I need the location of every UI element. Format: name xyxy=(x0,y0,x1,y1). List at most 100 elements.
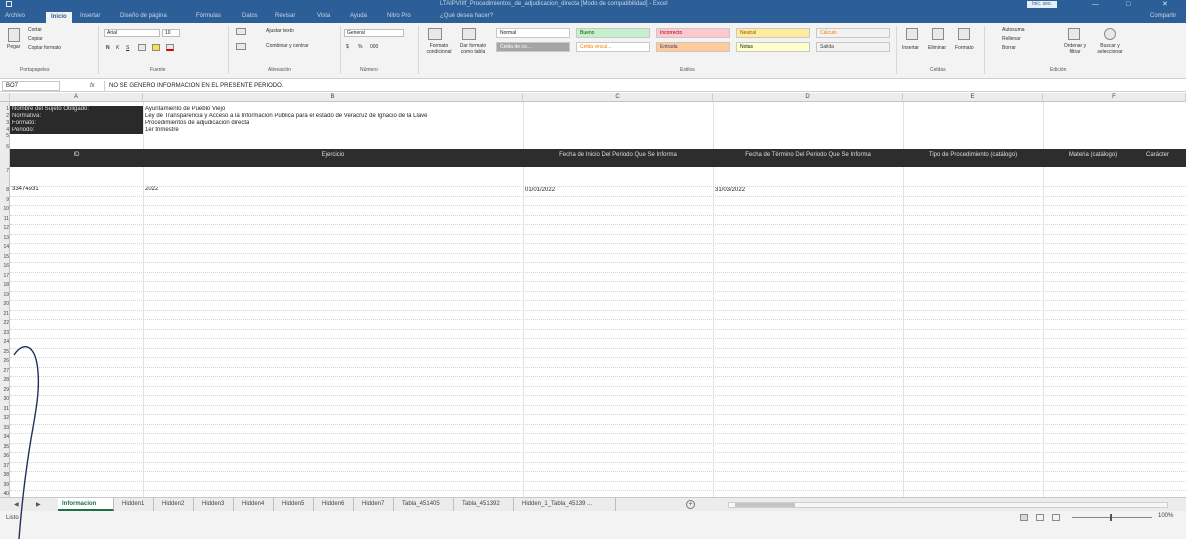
fill-button[interactable]: Rellenar xyxy=(1002,36,1021,42)
header-id[interactable]: ID xyxy=(10,149,143,167)
row-header[interactable]: 20 xyxy=(0,300,10,310)
row-header[interactable]: 32 xyxy=(0,414,10,424)
insert-button[interactable]: Insertar xyxy=(902,45,919,51)
row-header[interactable]: 16 xyxy=(0,262,10,272)
row-header[interactable]: 14 xyxy=(0,243,10,253)
sheet-tab-hidden1[interactable]: Hidden1 xyxy=(118,498,154,511)
find-icon[interactable] xyxy=(1104,28,1116,40)
info-value-sujeto[interactable]: Ayuntamiento de Pueblo Viejo xyxy=(145,106,225,113)
format-as-table-button[interactable]: Dar formato como tabla xyxy=(456,43,490,55)
header-caracter[interactable]: Carácter xyxy=(1143,149,1186,167)
row-header[interactable]: 37 xyxy=(0,462,10,472)
cell-ejercicio[interactable]: 2022 xyxy=(145,186,158,193)
row-header[interactable]: 36 xyxy=(0,452,10,462)
info-value-normativa[interactable]: Ley de Transparencia y Acceso a la Infor… xyxy=(145,113,428,120)
clear-button[interactable]: Borrar xyxy=(1002,45,1016,51)
zoom-slider[interactable] xyxy=(1072,517,1152,518)
number-format-select[interactable]: General xyxy=(344,29,404,37)
cell-style-notas[interactable]: Notas xyxy=(736,42,810,52)
sheet-tab-hidden2[interactable]: Hidden2 xyxy=(158,498,194,511)
paste-button[interactable]: Pegar xyxy=(7,44,20,50)
info-label-periodo[interactable]: Periodo: xyxy=(10,127,143,134)
delete-cells-icon[interactable] xyxy=(932,28,944,40)
header-tipo-procedimiento[interactable]: Tipo de Procedimiento (catálogo) xyxy=(903,149,1043,167)
column-header-e[interactable]: E xyxy=(903,93,1043,102)
row-header[interactable]: 19 xyxy=(0,291,10,301)
underline-button[interactable]: S xyxy=(126,45,129,51)
row-header[interactable]: 39 xyxy=(0,481,10,491)
row-header[interactable]: 18 xyxy=(0,281,10,291)
row-header[interactable]: 11 xyxy=(0,215,10,225)
tab-nitro[interactable]: Nitro Pro xyxy=(387,11,411,21)
row-header[interactable]: 17 xyxy=(0,272,10,282)
delete-button[interactable]: Eliminar xyxy=(928,45,946,51)
cell-style-bueno[interactable]: Bueno xyxy=(576,28,650,38)
add-sheet-button[interactable]: + xyxy=(686,500,695,509)
tab-insertar[interactable]: Insertar xyxy=(80,11,100,21)
cell-style-c-lculo[interactable]: Cálculo xyxy=(816,28,890,38)
cell-id[interactable]: 33474931 xyxy=(12,186,39,193)
horizontal-scrollbar[interactable] xyxy=(728,502,1168,508)
worksheet-grid[interactable]: Nombre del Sujeto Obligado: Normativa: F… xyxy=(10,102,1186,497)
merge-center-button[interactable]: Combinar y centrar xyxy=(266,43,309,49)
conditional-format-button[interactable]: Formato condicional xyxy=(422,43,456,55)
font-name-select[interactable]: Arial xyxy=(104,29,160,37)
tab-inicio[interactable]: Inicio xyxy=(46,12,72,23)
info-label-normativa[interactable]: Normativa: xyxy=(10,113,143,120)
tab-datos[interactable]: Datos xyxy=(242,11,258,21)
paste-icon[interactable] xyxy=(8,28,20,42)
info-value-formato[interactable]: Procedimientos de adjudicación directa xyxy=(145,120,249,127)
row-header[interactable]: 24 xyxy=(0,338,10,348)
align-top-icon[interactable] xyxy=(236,28,246,35)
sheet-tab-tabla-451405[interactable]: Tabla_451405 xyxy=(398,498,454,511)
column-header-b[interactable]: B xyxy=(143,93,523,102)
row-header[interactable]: 26 xyxy=(0,357,10,367)
font-color-icon[interactable] xyxy=(166,44,174,51)
minimize-button[interactable]: — xyxy=(1092,0,1099,9)
format-button[interactable]: Formato xyxy=(955,45,974,51)
tab-diseno[interactable]: Diseño de página xyxy=(120,11,167,21)
currency-button[interactable]: $ xyxy=(346,44,349,50)
row-header[interactable]: 13 xyxy=(0,234,10,244)
tab-formulas[interactable]: Fórmulas xyxy=(196,11,221,21)
row-header[interactable]: 15 xyxy=(0,253,10,263)
scroll-thumb[interactable] xyxy=(735,503,795,507)
row-header[interactable]: 1 xyxy=(0,106,10,113)
sheet-tab-informacion[interactable]: Informacion xyxy=(58,498,114,511)
bold-button[interactable]: N xyxy=(106,45,110,51)
prev-sheet-icon[interactable]: ◀ xyxy=(14,501,19,508)
share-button[interactable]: Compartir xyxy=(1150,11,1176,21)
row-header[interactable]: 25 xyxy=(0,348,10,358)
cell-style-normal[interactable]: Normal xyxy=(496,28,570,38)
format-painter-button[interactable]: Copiar formato xyxy=(28,45,61,51)
sheet-tab-tabla-451392[interactable]: Tabla_451392 xyxy=(458,498,514,511)
row-header[interactable]: 22 xyxy=(0,319,10,329)
tab-archivo[interactable]: Archivo xyxy=(5,11,25,21)
column-header-f[interactable]: F xyxy=(1043,93,1186,102)
cut-button[interactable]: Cortar xyxy=(28,27,42,33)
row-header[interactable]: 2 xyxy=(0,113,10,120)
fx-icon[interactable]: fx xyxy=(90,81,95,91)
row-header[interactable]: 21 xyxy=(0,310,10,320)
row-header[interactable]: 7 xyxy=(0,156,10,186)
row-header[interactable]: 27 xyxy=(0,367,10,377)
header-fecha-inicio[interactable]: Fecha de Inicio Del Periodo Que Se Infor… xyxy=(523,149,713,167)
cell-style-celda-de-co-[interactable]: Celda de co... xyxy=(496,42,570,52)
column-header-d[interactable]: D xyxy=(713,93,903,102)
cell-style-celda-vincul-[interactable]: Celda vincul... xyxy=(576,42,650,52)
info-label-sujeto[interactable]: Nombre del Sujeto Obligado: xyxy=(10,106,143,113)
sheet-tab-hidden4[interactable]: Hidden4 xyxy=(238,498,274,511)
info-value-periodo[interactable]: 1er trimestre xyxy=(145,127,179,134)
close-button[interactable]: ✕ xyxy=(1162,0,1168,9)
sheet-tab-hidden-1-tabla-45139[interactable]: Hidden_1_Tabla_45139 ... xyxy=(518,498,616,511)
name-box[interactable]: BO7 xyxy=(2,81,60,91)
sheet-tab-hidden3[interactable]: Hidden3 xyxy=(198,498,234,511)
header-materia[interactable]: Materia (catálogo) xyxy=(1043,149,1143,167)
font-size-select[interactable]: 10 xyxy=(162,29,180,37)
wrap-text-button[interactable]: Ajustar texto xyxy=(266,28,294,34)
next-sheet-icon[interactable]: ▶ xyxy=(36,501,41,508)
save-icon[interactable] xyxy=(6,1,12,7)
row-header[interactable]: 31 xyxy=(0,405,10,415)
cell-style-entrada[interactable]: Entrada xyxy=(656,42,730,52)
row-header[interactable]: 3 xyxy=(0,120,10,127)
